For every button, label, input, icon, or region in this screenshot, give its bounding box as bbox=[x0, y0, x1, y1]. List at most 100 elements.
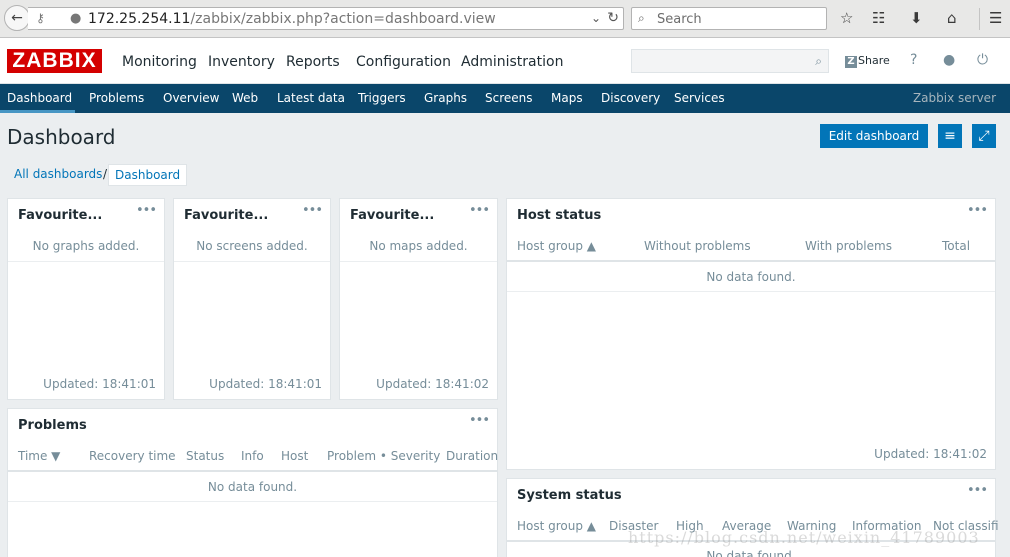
column-time[interactable]: Time ▼ bbox=[18, 449, 60, 463]
address-bar[interactable]: ⚷ ● 172.25.254.11/zabbix/zabbix.php?acti… bbox=[28, 7, 624, 30]
header-divider bbox=[8, 470, 497, 472]
widget-favourite-screens: Favourite... ••• No screens added. Updat… bbox=[173, 198, 331, 400]
column-problem-severity: Problem • Severity bbox=[327, 449, 441, 463]
browser-search-placeholder: Search bbox=[657, 12, 702, 27]
column-host-group[interactable]: Host group ▲ bbox=[517, 239, 596, 253]
home-icon[interactable]: ⌂ bbox=[947, 9, 957, 27]
url-text[interactable]: 172.25.254.11/zabbix/zabbix.php?action=d… bbox=[88, 11, 496, 27]
server-name: Zabbix server bbox=[912, 91, 996, 105]
breadcrumb-all-dashboards[interactable]: All dashboards bbox=[8, 164, 108, 186]
widget-host-status: Host status ••• Host group ▲ Without pro… bbox=[506, 198, 996, 470]
widget-menu-icon[interactable]: ••• bbox=[967, 483, 988, 498]
menu-reports[interactable]: Reports bbox=[286, 54, 340, 70]
subnav-dashboard[interactable]: Dashboard bbox=[7, 91, 72, 105]
column-host: Host bbox=[281, 449, 309, 463]
hamburger-menu-icon[interactable]: ☰ bbox=[989, 9, 1002, 27]
widget-title: Host status bbox=[517, 208, 602, 223]
widget-favourite-maps: Favourite... ••• No maps added. Updated:… bbox=[339, 198, 498, 400]
watermark-text: https://blog.csdn.net/weixin_41789003 bbox=[628, 528, 980, 547]
header-divider bbox=[507, 260, 995, 262]
browser-toolbar: ← ⚷ ● 172.25.254.11/zabbix/zabbix.php?ac… bbox=[0, 0, 1010, 38]
zabbix-share-icon: Z bbox=[845, 56, 857, 68]
help-icon[interactable]: ? bbox=[910, 52, 917, 68]
user-profile-icon[interactable]: ● bbox=[943, 52, 955, 68]
subnav-screens[interactable]: Screens bbox=[485, 91, 533, 105]
widget-menu-icon[interactable]: ••• bbox=[136, 203, 157, 218]
menu-administration[interactable]: Administration bbox=[461, 54, 563, 70]
bookmark-star-icon[interactable]: ☆ bbox=[840, 9, 853, 27]
widget-menu-icon[interactable]: ••• bbox=[469, 413, 490, 428]
subnav-maps[interactable]: Maps bbox=[551, 91, 583, 105]
download-icon[interactable]: ⬇ bbox=[910, 9, 923, 27]
column-without-problems: Without problems bbox=[644, 239, 751, 253]
widget-menu-icon[interactable]: ••• bbox=[302, 203, 323, 218]
history-dropdown-icon[interactable]: ⌄ bbox=[591, 11, 601, 25]
main-header: ZABBIX Monitoring Inventory Reports Conf… bbox=[0, 38, 1010, 84]
menu-configuration[interactable]: Configuration bbox=[356, 54, 451, 70]
widget-title: Favourite... bbox=[18, 208, 103, 223]
subnav-latest-data[interactable]: Latest data bbox=[277, 91, 345, 105]
widget-title: Problems bbox=[18, 418, 87, 433]
widget-problems: Problems ••• Time ▼ Recovery time Status… bbox=[7, 408, 498, 557]
empty-message: No screens added. bbox=[196, 239, 308, 253]
updated-time: Updated: 18:41:02 bbox=[376, 377, 489, 391]
menu-inventory[interactable]: Inventory bbox=[208, 54, 275, 70]
edit-dashboard-button[interactable]: Edit dashboard bbox=[820, 124, 928, 148]
toolbar-divider bbox=[979, 8, 980, 30]
subnav-web[interactable]: Web bbox=[232, 91, 258, 105]
share-label: Share bbox=[858, 54, 890, 67]
subnav-graphs[interactable]: Graphs bbox=[424, 91, 467, 105]
divider bbox=[507, 291, 995, 292]
dashboard-list-icon[interactable]: ≡ bbox=[938, 124, 962, 148]
globe-icon[interactable]: ● bbox=[70, 11, 81, 26]
subnav-discovery[interactable]: Discovery bbox=[601, 91, 660, 105]
widget-title: Favourite... bbox=[350, 208, 435, 223]
page-title: Dashboard bbox=[7, 125, 116, 149]
url-path: /zabbix/zabbix.php?action=dashboard.view bbox=[190, 11, 496, 27]
column-with-problems: With problems bbox=[805, 239, 892, 253]
subnav-problems[interactable]: Problems bbox=[89, 91, 144, 105]
global-search-input[interactable]: ⌕ bbox=[631, 49, 829, 73]
browser-search-input[interactable]: ⌕ Search bbox=[631, 7, 827, 30]
logout-icon[interactable]: ⏻ bbox=[977, 52, 988, 68]
menu-monitoring[interactable]: Monitoring bbox=[122, 54, 197, 70]
widget-title: System status bbox=[517, 488, 622, 503]
column-status: Status bbox=[186, 449, 225, 463]
subnav-services[interactable]: Services bbox=[674, 91, 725, 105]
column-info: Info bbox=[241, 449, 264, 463]
sub-navigation: Dashboard Problems Overview Web Latest d… bbox=[0, 84, 1010, 113]
url-host: 172.25.254.11 bbox=[88, 11, 191, 27]
updated-time: Updated: 18:41:01 bbox=[43, 377, 156, 391]
widget-menu-icon[interactable]: ••• bbox=[967, 203, 988, 218]
subnav-triggers[interactable]: Triggers bbox=[358, 91, 406, 105]
zabbix-logo[interactable]: ZABBIX bbox=[7, 49, 102, 73]
divider bbox=[8, 501, 497, 502]
widget-menu-icon[interactable]: ••• bbox=[469, 203, 490, 218]
empty-message: No data found. bbox=[706, 270, 796, 284]
column-recovery-time: Recovery time bbox=[89, 449, 176, 463]
divider bbox=[340, 261, 497, 262]
empty-message: No graphs added. bbox=[32, 239, 140, 253]
widget-favourite-graphs: Favourite... ••• No graphs added. Update… bbox=[7, 198, 165, 400]
divider bbox=[174, 261, 330, 262]
reading-list-icon[interactable]: ☷ bbox=[872, 9, 885, 27]
magnifier-icon: ⌕ bbox=[638, 11, 645, 25]
widget-title: Favourite... bbox=[184, 208, 269, 223]
breadcrumb-dashboard[interactable]: Dashboard bbox=[108, 164, 188, 186]
empty-message: No data found. bbox=[706, 549, 796, 557]
breadcrumb-separator: / bbox=[103, 167, 108, 181]
empty-message: No data found. bbox=[207, 480, 298, 494]
updated-time: Updated: 18:41:01 bbox=[209, 377, 322, 391]
subnav-overview[interactable]: Overview bbox=[163, 91, 220, 105]
column-duration: Duration bbox=[446, 449, 499, 463]
share-link[interactable]: Z Share bbox=[845, 54, 890, 68]
back-arrow-icon[interactable]: ← bbox=[4, 5, 30, 31]
empty-message: No maps added. bbox=[369, 239, 468, 253]
column-host-group[interactable]: Host group ▲ bbox=[517, 519, 596, 533]
search-icon[interactable]: ⌕ bbox=[815, 54, 822, 69]
updated-time: Updated: 18:41:02 bbox=[874, 447, 987, 461]
fullscreen-icon[interactable]: ⤢ bbox=[972, 124, 996, 148]
key-icon[interactable]: ⚷ bbox=[36, 11, 45, 25]
column-total: Total bbox=[942, 239, 971, 253]
reload-icon[interactable]: ↻ bbox=[607, 10, 619, 26]
